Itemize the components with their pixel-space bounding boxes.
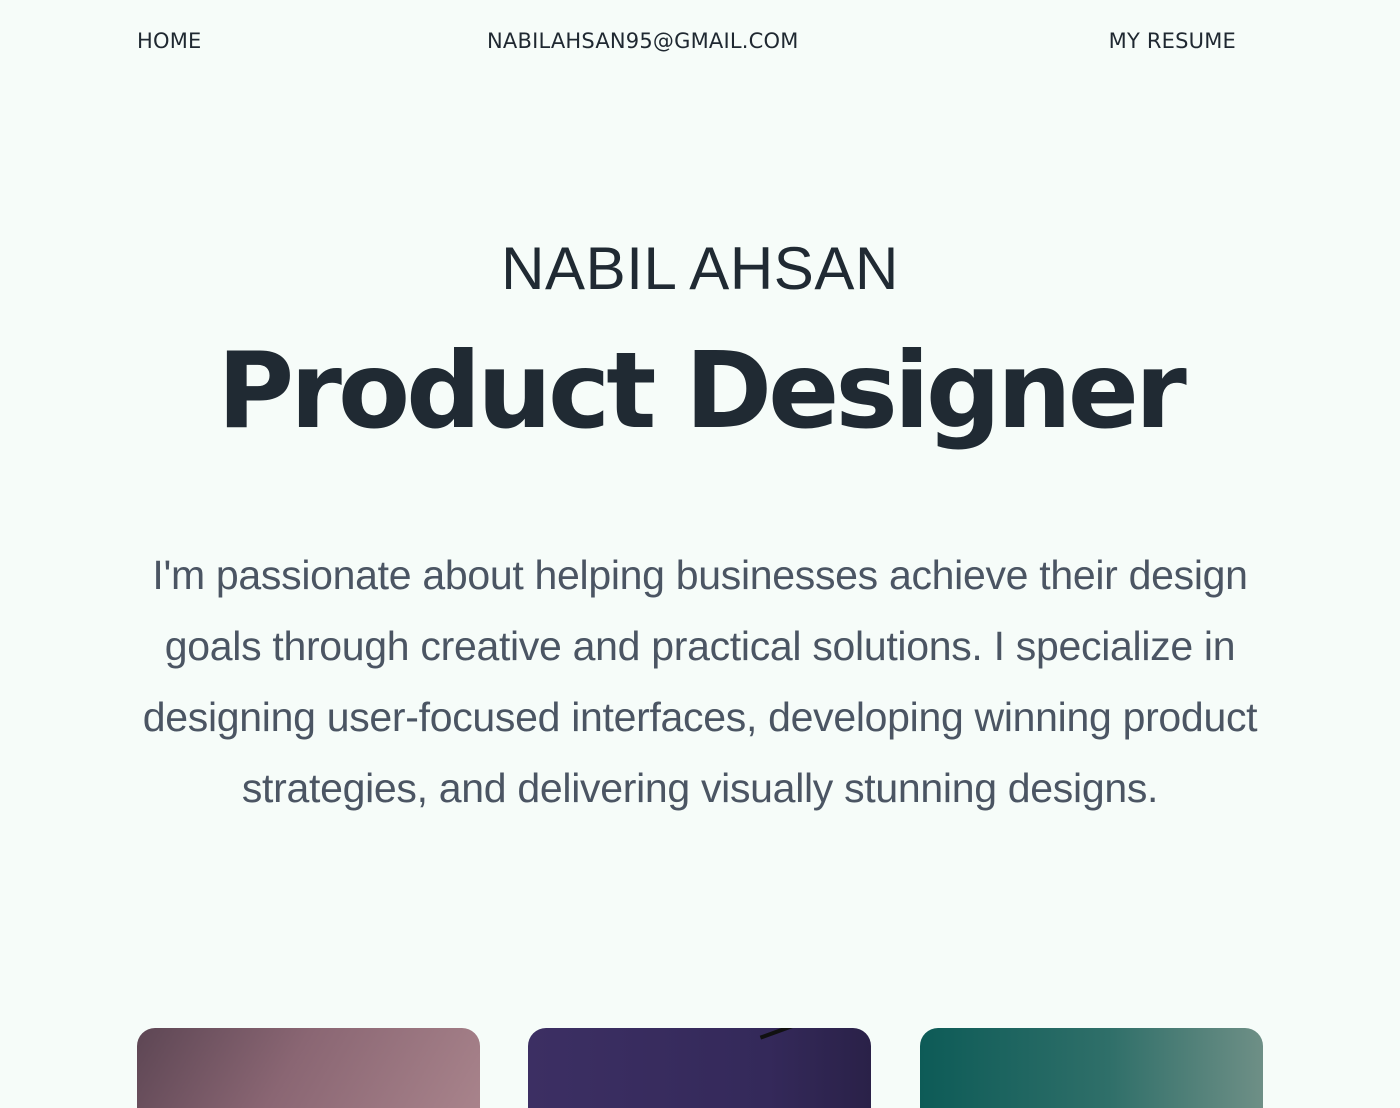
intro-paragraph: I'm passionate about helping businesses … [142, 552, 1258, 811]
project-cards [137, 1028, 1263, 1108]
project-card-3[interactable] [920, 1028, 1263, 1108]
nav-link-resume[interactable]: MY RESUME [1109, 29, 1236, 53]
nav-link-email[interactable]: NABILAHSAN95@GMAIL.COM [487, 29, 799, 53]
page-title: Product Designer [217, 330, 1187, 452]
nav-link-home[interactable]: HOME [137, 29, 202, 53]
project-card-1[interactable] [137, 1028, 480, 1108]
project-card-2[interactable] [528, 1028, 871, 1108]
person-name: NABIL AHSAN [501, 235, 899, 302]
top-navigation: HOME NABILAHSAN95@GMAIL.COM MY RESUME [137, 26, 1236, 60]
